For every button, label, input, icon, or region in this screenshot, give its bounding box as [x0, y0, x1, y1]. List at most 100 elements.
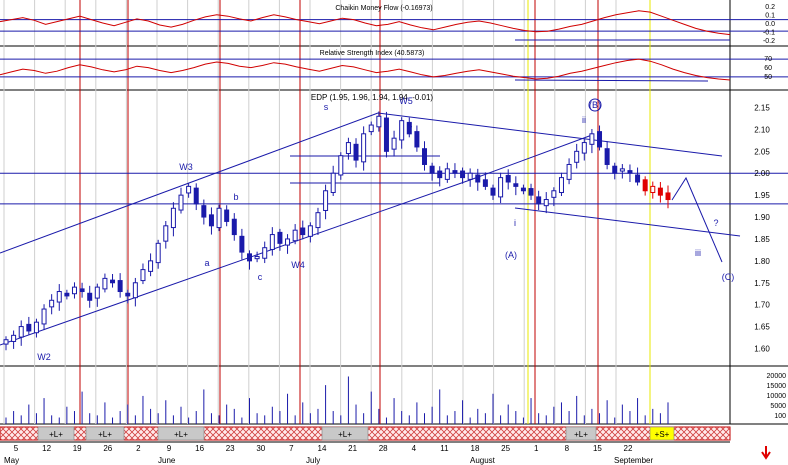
x-tick-label: 9 [167, 444, 172, 453]
x-tick-label: 8 [565, 444, 570, 453]
candle-body [498, 177, 504, 198]
wave-label: a [204, 258, 209, 268]
candle-body [543, 199, 549, 207]
candle-body [520, 187, 526, 192]
candle-body [18, 326, 24, 338]
price-tick-label: 1.95 [754, 191, 770, 200]
rsi-tick-label: 60 [764, 65, 772, 72]
x-tick-label: 28 [379, 444, 388, 453]
candle-body [3, 339, 9, 345]
x-tick-label: 18 [471, 444, 480, 453]
x-tick-label: 21 [348, 444, 357, 453]
signal-label: +L+ [174, 430, 188, 439]
candle-body [353, 143, 359, 161]
volume-tick-label: 15000 [767, 383, 787, 390]
price-tick-label: 1.60 [754, 344, 770, 353]
candle-body [193, 187, 199, 205]
candle-body [71, 286, 77, 295]
candle-body [399, 120, 405, 141]
candle-body [155, 242, 161, 264]
candle-body [482, 179, 488, 187]
candle-body [87, 292, 93, 301]
candle-body [551, 190, 557, 198]
signal-label: +S+ [655, 430, 670, 439]
candle-body [619, 168, 625, 172]
x-tick-label: 25 [501, 444, 510, 453]
month-label: September [614, 456, 653, 465]
candle-body [300, 227, 306, 236]
x-tick-label: 7 [289, 444, 294, 453]
wave-label: i [514, 218, 516, 228]
x-tick-label: 30 [256, 444, 265, 453]
price-tick-label: 1.85 [754, 235, 770, 244]
month-label: May [4, 456, 19, 465]
candle-body [307, 225, 313, 237]
wave-label: W5 [399, 96, 413, 106]
candle-body [581, 142, 587, 154]
cmf-tick-label: 0.2 [765, 4, 775, 11]
candle-body [178, 194, 184, 211]
signal-label: +L+ [574, 430, 588, 439]
candle-body [315, 212, 321, 229]
candle-body [574, 150, 580, 163]
price-tick-label: 2.05 [754, 147, 770, 156]
candle-body [665, 192, 671, 201]
candle-body [285, 238, 291, 246]
candle-body [627, 170, 633, 174]
candle-body [11, 334, 17, 342]
price-tick-label: 2.15 [754, 104, 770, 113]
candle-body [383, 117, 389, 152]
x-tick-label: 15 [593, 444, 602, 453]
wave-label: iii [695, 248, 701, 258]
month-label: June [158, 456, 176, 465]
price-tick-label: 1.80 [754, 257, 770, 266]
price-tick-label: 1.75 [754, 279, 770, 288]
candle-body [79, 288, 85, 293]
candle-body [231, 218, 237, 236]
x-tick-label: 19 [73, 444, 82, 453]
rsi-tick-label: 50 [764, 74, 772, 81]
candle-body [467, 172, 473, 180]
candle-body [376, 115, 382, 128]
candle-body [254, 255, 260, 260]
signal-label: +L+ [49, 430, 63, 439]
candle-body [49, 299, 55, 308]
volume-tick-label: 100 [774, 413, 786, 420]
wave-label: W3 [179, 162, 193, 172]
volume-tick-label: 10000 [767, 393, 787, 400]
candle-body [102, 277, 108, 290]
x-tick-label: 26 [103, 444, 112, 453]
signal-label: +L+ [98, 430, 112, 439]
candle-body [650, 185, 656, 194]
wave-label: s [324, 102, 329, 112]
candle-body [170, 207, 176, 229]
cmf-tick-label: -0.1 [763, 30, 775, 37]
candle-body [41, 308, 47, 325]
candle-body [437, 170, 443, 179]
candle-body [604, 148, 610, 165]
cmf-title: Chaikin Money Flow (-0.16973) [335, 5, 432, 12]
wave-label: c [258, 272, 263, 282]
volume-tick-label: 20000 [767, 373, 787, 380]
wave-label: (C) [722, 272, 735, 282]
candle-body [452, 170, 458, 174]
candle-body [490, 187, 496, 196]
candle-body [391, 137, 397, 150]
candle-body [368, 124, 374, 133]
candle-body [558, 177, 564, 194]
candle-body [642, 179, 648, 192]
candle-body [330, 172, 336, 194]
cmf-tick-label: 0.1 [765, 13, 775, 20]
price-tick-label: 2.00 [754, 169, 770, 178]
candle-body [239, 235, 245, 253]
x-tick-label: 22 [624, 444, 633, 453]
candle-body [140, 269, 146, 282]
rsi-tick-label: 70 [764, 56, 772, 63]
wave-label: ? [713, 218, 718, 228]
candle-body [269, 234, 275, 250]
x-tick-label: 11 [440, 444, 449, 453]
candle-body [323, 190, 329, 211]
candle-body [56, 291, 62, 303]
x-tick-label: 2 [136, 444, 141, 453]
cmf-tick-label: -0.2 [763, 38, 775, 45]
